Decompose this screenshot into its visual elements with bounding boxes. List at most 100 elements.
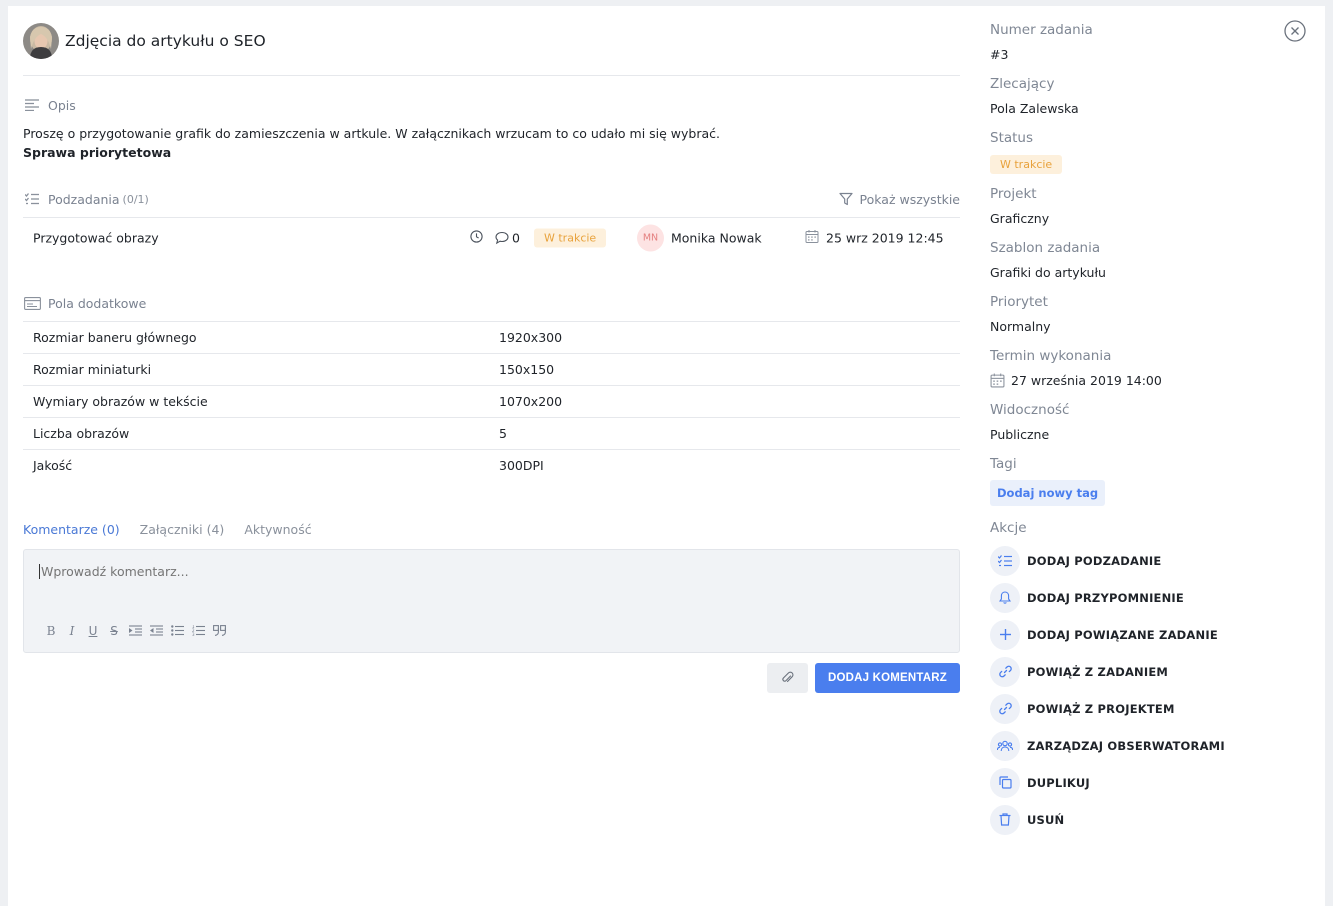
actions-label: Akcje <box>990 520 1027 536</box>
tab-activity[interactable]: Aktywność <box>244 522 311 537</box>
comment-icon <box>495 231 509 245</box>
task-detail-panel: Zdjęcia do artykułu o SEO Opis Proszę o … <box>8 6 1325 906</box>
requester-value[interactable]: Pola Zalewska <box>990 101 1310 116</box>
subtasks-header: Podzadania (0/1) Pokaż wszystkie <box>23 190 960 218</box>
bell-icon <box>990 582 1020 613</box>
numbered-list-icon[interactable]: 123 <box>191 624 205 638</box>
tags-section: Tagi Dodaj nowy tag <box>990 456 1310 506</box>
table-row: Rozmiar baneru głównego 1920x300 <box>23 321 960 354</box>
task-number-label: Numer zadania <box>990 22 1093 38</box>
outdent-icon[interactable] <box>149 624 163 638</box>
subtask-assignee: Monika Nowak <box>671 230 762 246</box>
underline-icon[interactable]: U <box>86 624 100 638</box>
field-label: Liczba obrazów <box>23 417 489 450</box>
field-label: Jakość <box>23 449 489 482</box>
subtask-row[interactable]: Przygotować obrazy 0 W trakcie MN Monika… <box>23 218 960 258</box>
fields-heading: Pola dodatkowe <box>23 294 960 321</box>
add-reminder-action[interactable]: DODAJ PRZYPOMNIENIE <box>990 579 1310 616</box>
task-main: Zdjęcia do artykułu o SEO Opis Proszę o … <box>23 6 960 693</box>
strikethrough-icon[interactable]: S <box>107 624 121 638</box>
subtask-name[interactable]: Przygotować obrazy <box>33 231 159 246</box>
priority-value[interactable]: Normalny <box>990 319 1310 334</box>
bold-icon[interactable]: B <box>44 624 58 638</box>
visibility-label: Widoczność <box>990 402 1070 418</box>
show-all-button[interactable]: Pokaż wszystkie <box>838 192 960 207</box>
tags-label: Tagi <box>990 456 1017 472</box>
task-number-value: #3 <box>990 47 1009 62</box>
deadline-label: Termin wykonania <box>990 348 1112 364</box>
bullet-list-icon[interactable] <box>170 624 184 638</box>
visibility-section: Widoczność Publiczne <box>990 402 1310 442</box>
tab-comments[interactable]: Komentarze (0) <box>23 522 120 537</box>
template-value[interactable]: Grafiki do artykułu <box>990 265 1310 280</box>
actions-list: DODAJ PODZADANIE DODAJ PRZYPOMNIENIE DOD… <box>990 542 1310 838</box>
template-section: Szablon zadania Grafiki do artykułu <box>990 240 1310 280</box>
add-related-task-action[interactable]: DODAJ POWIĄZANE ZADANIE <box>990 616 1310 653</box>
calendar-icon <box>990 373 1005 388</box>
field-value: 5 <box>489 417 960 450</box>
field-value: 1920x300 <box>489 321 960 354</box>
actions-section: Akcje DODAJ PODZADANIE DODAJ PRZYPOMNIEN… <box>990 520 1310 838</box>
visibility-value[interactable]: Publiczne <box>990 427 1310 442</box>
status-label: Status <box>990 130 1034 146</box>
priority-section: Priorytet Normalny <box>990 294 1310 334</box>
priority-label: Priorytet <box>990 294 1048 310</box>
action-label: USUŃ <box>1027 812 1065 827</box>
link-project-action[interactable]: POWIĄŻ Z PROJEKTEM <box>990 690 1310 727</box>
calendar-icon <box>805 230 819 247</box>
deadline-value: 27 września 2019 14:00 <box>1011 373 1162 388</box>
avatar <box>23 22 59 59</box>
status-section: Status W trakcie <box>990 130 1310 174</box>
duplicate-action[interactable]: DUPLIKUJ <box>990 764 1310 801</box>
clock-icon <box>470 230 483 246</box>
comment-input[interactable] <box>39 563 739 579</box>
description-text: Proszę o przygotowanie grafik do zamiesz… <box>23 126 720 141</box>
task-number-section: Numer zadania #3 <box>990 22 1310 62</box>
table-row: Wymiary obrazów w tekście 1070x200 <box>23 385 960 418</box>
description-body: Proszę o przygotowanie grafik do zamiesz… <box>23 124 960 162</box>
deadline-row[interactable]: 27 września 2019 14:00 <box>990 373 1310 388</box>
link-icon <box>990 693 1020 724</box>
checklist-icon <box>990 545 1020 576</box>
delete-action[interactable]: USUŃ <box>990 801 1310 838</box>
table-row: Rozmiar miniaturki 150x150 <box>23 353 960 386</box>
table-row: Jakość 300DPI <box>23 449 960 482</box>
italic-icon[interactable]: I <box>65 624 79 638</box>
filter-icon <box>838 192 853 206</box>
subtask-status-badge: W trakcie <box>534 228 607 248</box>
plus-icon <box>990 619 1020 650</box>
checklist-icon <box>23 190 41 208</box>
comment-actions: DODAJ KOMENTARZ <box>23 662 960 693</box>
close-icon <box>1284 20 1306 42</box>
requester-label: Zlecający <box>990 76 1055 92</box>
description-label: Opis <box>48 97 76 113</box>
indent-icon[interactable] <box>128 624 142 638</box>
close-button[interactable] <box>1284 20 1306 42</box>
manage-watchers-action[interactable]: ZARZĄDZAJ OBSERWATORAMI <box>990 727 1310 764</box>
link-task-action[interactable]: POWIĄŻ Z ZADANIEM <box>990 653 1310 690</box>
add-subtask-action[interactable]: DODAJ PODZADANIE <box>990 542 1310 579</box>
description-heading: Opis <box>23 96 960 114</box>
attach-button[interactable] <box>766 662 808 693</box>
add-tag-button[interactable]: Dodaj nowy tag <box>990 480 1106 506</box>
field-value: 150x150 <box>489 353 960 386</box>
quote-icon[interactable] <box>212 624 226 638</box>
task-sidebar: Numer zadania #3 Zlecający Pola Zalewska… <box>990 6 1310 838</box>
editor-toolbar: B I U S 123 <box>44 624 226 638</box>
subtasks-count: (0/1) <box>122 192 149 206</box>
add-comment-button[interactable]: DODAJ KOMENTARZ <box>814 662 960 693</box>
subtasks-label: Podzadania <box>48 191 120 207</box>
status-badge[interactable]: W trakcie <box>990 155 1063 174</box>
action-label: DUPLIKUJ <box>1027 775 1090 790</box>
action-label: POWIĄŻ Z PROJEKTEM <box>1027 701 1175 716</box>
trash-icon <box>990 804 1020 835</box>
field-label: Wymiary obrazów w tekście <box>23 385 489 418</box>
comment-tabs: Komentarze (0) Załączniki (4) Aktywność <box>23 522 960 537</box>
project-label: Projekt <box>990 186 1037 202</box>
comment-editor: B I U S 123 <box>23 548 960 653</box>
project-value[interactable]: Graficzny <box>990 211 1310 226</box>
tab-attachments[interactable]: Załączniki (4) <box>140 522 225 537</box>
text-align-icon <box>23 96 41 114</box>
link-icon <box>990 656 1020 687</box>
users-icon <box>990 730 1020 761</box>
